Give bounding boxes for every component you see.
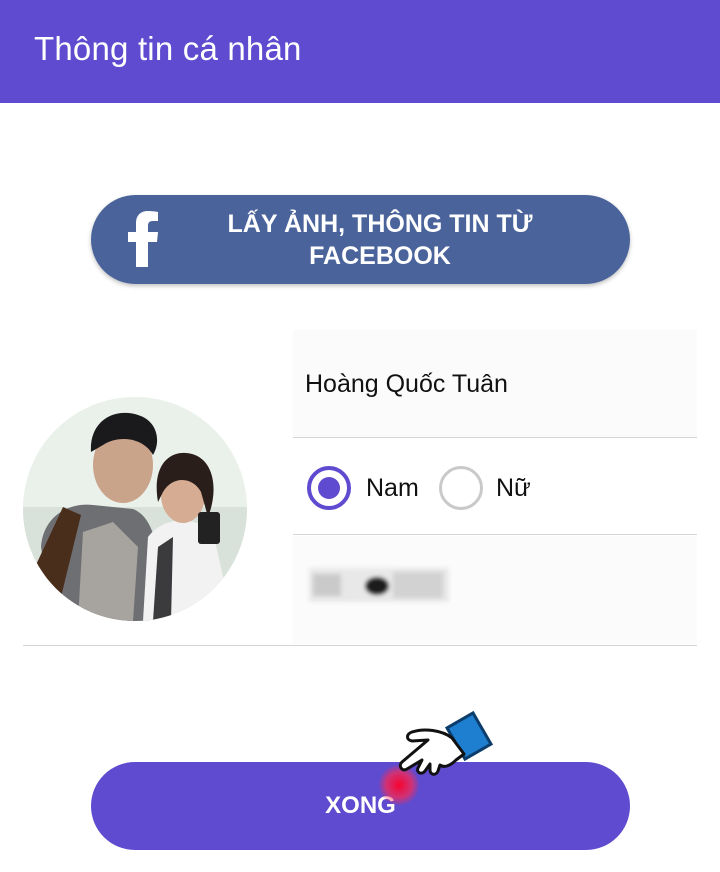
profile-photo — [23, 397, 247, 621]
app-bar: Thông tin cá nhân — [0, 0, 720, 103]
birthdate-field[interactable] — [293, 536, 697, 644]
blurred-birthdate-value — [309, 568, 449, 602]
gender-radio-group: Nam Nữ — [293, 439, 697, 535]
divider — [23, 645, 697, 646]
done-button-label: XONG — [325, 792, 396, 819]
facebook-import-label: LẤY ẢNH, THÔNG TIN TỪ FACEBOOK — [227, 210, 533, 270]
gender-female-radio[interactable] — [439, 466, 483, 510]
avatar[interactable] — [23, 397, 247, 621]
page-title: Thông tin cá nhân — [34, 30, 302, 67]
gender-male-radio[interactable] — [307, 466, 351, 510]
gender-male-label[interactable]: Nam — [366, 474, 419, 503]
divider — [293, 437, 697, 438]
done-button[interactable]: XONG — [91, 762, 630, 850]
name-value: Hoàng Quốc Tuân — [305, 370, 508, 398]
gender-female-label[interactable]: Nữ — [496, 474, 531, 503]
hand-pointer-icon — [398, 710, 494, 776]
facebook-icon — [128, 211, 158, 267]
divider — [293, 534, 697, 535]
